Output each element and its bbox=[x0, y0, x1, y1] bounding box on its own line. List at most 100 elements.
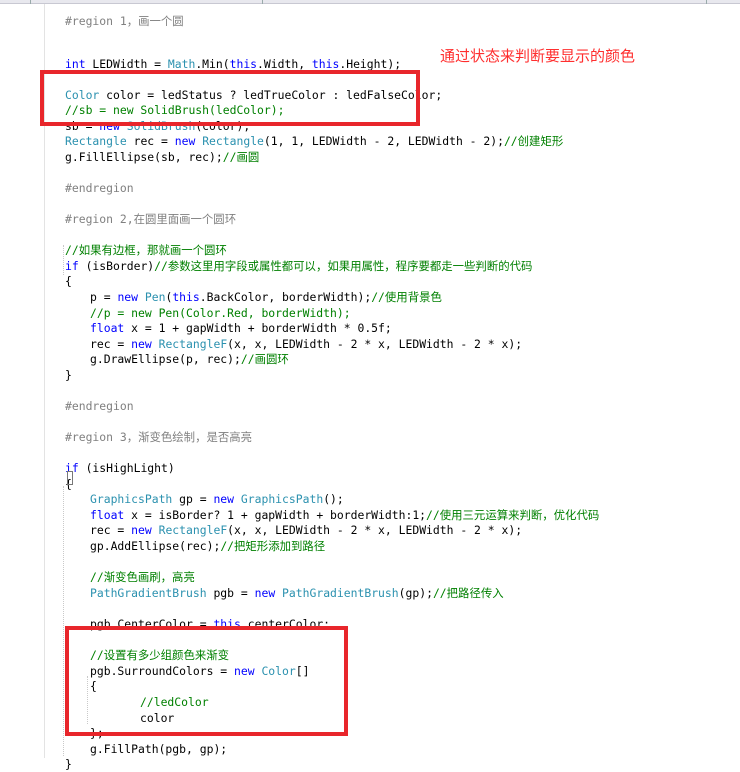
code-token: #region 1，画一个圆 bbox=[65, 14, 184, 28]
code-line[interactable]: #region 1，画一个圆 bbox=[65, 14, 184, 29]
code-line[interactable]: float x = isBorder? 1 + gapWidth + borde… bbox=[90, 508, 599, 523]
code-line[interactable]: //p = new Pen(Color.Red, borderWidth); bbox=[90, 306, 351, 321]
code-line[interactable]: rec = new RectangleF(x, x, LEDWidth - 2 … bbox=[90, 523, 522, 538]
code-token: Rectangle bbox=[202, 134, 264, 148]
code-token: .BackColor, borderWidth); bbox=[199, 290, 372, 304]
top-ruler bbox=[0, 0, 740, 4]
code-token: .Height); bbox=[339, 57, 402, 71]
code-token: } bbox=[65, 368, 72, 382]
code-token: //画圆环 bbox=[240, 352, 289, 366]
code-token: rec = bbox=[90, 523, 132, 537]
code-token: gp.AddEllipse(rec); bbox=[90, 539, 221, 553]
code-token: g.FillEllipse(sb, rec); bbox=[65, 150, 223, 164]
code-token: this bbox=[311, 57, 340, 71]
code-line[interactable]: #region 3，渐变色绘制，是否高亮 bbox=[65, 430, 252, 445]
code-token: (isBorder) bbox=[78, 259, 155, 273]
code-token: RectangleF bbox=[158, 337, 228, 351]
code-token: new bbox=[174, 134, 196, 148]
code-token: RectangleF bbox=[158, 523, 228, 537]
code-line[interactable]: { bbox=[65, 274, 72, 289]
code-line[interactable]: g.FillEllipse(sb, rec);//画圆 bbox=[65, 150, 259, 165]
code-token: //创建矩形 bbox=[503, 134, 564, 148]
code-token: int bbox=[65, 57, 86, 71]
code-token: new bbox=[131, 337, 152, 351]
code-line[interactable]: rec = new RectangleF(x, x, LEDWidth - 2 … bbox=[90, 337, 522, 352]
code-token: (isHighLight) bbox=[78, 461, 175, 475]
code-token: Rectangle bbox=[65, 134, 127, 148]
code-token: x = isBorder? 1 + gapWidth + borderWidth… bbox=[124, 508, 427, 522]
code-token: LEDWidth = bbox=[85, 57, 168, 71]
code-line[interactable]: float x = 1 + gapWidth + borderWidth * 0… bbox=[90, 321, 392, 336]
code-token: (x, x, LEDWidth - 2 * x, LEDWidth - 2 * … bbox=[227, 523, 523, 537]
code-token: #endregion bbox=[65, 399, 134, 413]
code-token: .Min( bbox=[195, 57, 230, 71]
code-line[interactable]: if (isHighLight) bbox=[65, 461, 175, 476]
code-line[interactable]: #region 2,在圆里面画一个圆环 bbox=[65, 212, 236, 227]
code-line[interactable]: #endregion bbox=[65, 181, 134, 196]
code-token: g.FillPath(pgb, gp); bbox=[90, 742, 228, 756]
code-line[interactable]: p = new Pen(this.BackColor, borderWidth)… bbox=[90, 290, 442, 305]
code-token: //把矩形添加到路径 bbox=[220, 539, 326, 553]
code-token: (1, 1, LEDWidth - 2, LEDWidth - 2); bbox=[263, 134, 504, 148]
code-token: PathGradientBrush bbox=[282, 586, 399, 600]
code-token: //把路径传入 bbox=[432, 586, 504, 600]
code-token: if bbox=[65, 259, 79, 273]
code-line[interactable]: g.DrawEllipse(p, rec);//画圆环 bbox=[90, 352, 289, 367]
code-token: gp = bbox=[172, 492, 214, 506]
code-token: rec = bbox=[90, 337, 132, 351]
code-token: { bbox=[65, 274, 72, 288]
code-token: //使用三元运算来判断，优化代码 bbox=[426, 508, 600, 522]
code-token: x = 1 + gapWidth + borderWidth * 0.5f; bbox=[124, 321, 392, 335]
code-line[interactable]: } bbox=[65, 757, 72, 772]
code-line[interactable]: if (isBorder)//参数这里用字段或属性都可以，如果用属性，程序要都走… bbox=[65, 259, 532, 274]
code-token: GraphicsPath bbox=[240, 492, 324, 506]
code-token: Pen bbox=[144, 290, 166, 304]
highlight-box-surround-colors bbox=[65, 626, 348, 736]
code-token: new bbox=[131, 523, 152, 537]
code-token: .Width, bbox=[257, 57, 312, 71]
code-line[interactable]: Rectangle rec = new Rectangle(1, 1, LEDW… bbox=[65, 134, 563, 149]
code-token: rec = bbox=[126, 134, 175, 148]
code-line[interactable]: g.FillPath(pgb, gp); bbox=[90, 742, 227, 757]
code-token: this bbox=[172, 290, 200, 304]
code-token: //画圆 bbox=[222, 150, 260, 164]
code-token: //使用背景色 bbox=[371, 290, 442, 304]
code-token: //p = new Pen(Color.Red, borderWidth); bbox=[90, 306, 351, 320]
code-token: float bbox=[90, 508, 125, 522]
code-token: Math bbox=[167, 57, 196, 71]
code-line[interactable]: #endregion bbox=[65, 399, 134, 414]
code-token: #endregion bbox=[65, 181, 134, 195]
code-token: g.DrawEllipse(p, rec); bbox=[90, 352, 241, 366]
code-token: this bbox=[229, 57, 258, 71]
brace-match-highlight bbox=[67, 471, 73, 485]
code-token: //参数这里用字段或属性都可以，如果用属性，程序要都走一些判断的代码 bbox=[154, 259, 533, 273]
editor-gutter[interactable] bbox=[0, 4, 44, 758]
code-line[interactable]: } bbox=[65, 368, 72, 383]
code-line[interactable]: gp.AddEllipse(rec);//把矩形添加到路径 bbox=[90, 539, 325, 554]
ruler-tick bbox=[262, 0, 263, 4]
code-token: p = bbox=[90, 290, 118, 304]
code-line[interactable]: PathGradientBrush pgb = new PathGradient… bbox=[90, 586, 504, 601]
code-token: PathGradientBrush bbox=[90, 586, 207, 600]
code-token: GraphicsPath bbox=[90, 492, 173, 506]
ruler-tick bbox=[706, 0, 707, 4]
code-token: (); bbox=[323, 492, 344, 506]
code-token: //渐变色画刷，高亮 bbox=[90, 570, 195, 584]
highlight-box-color-status bbox=[40, 70, 420, 126]
code-line[interactable]: GraphicsPath gp = new GraphicsPath(); bbox=[90, 492, 344, 507]
code-line[interactable]: //如果有边框，那就画一个圆环 bbox=[65, 243, 227, 258]
code-token: pgb = bbox=[206, 586, 255, 600]
annotation-text: 通过状态来判断要显示的颜色 bbox=[440, 47, 636, 65]
code-token: //如果有边框，那就画一个圆环 bbox=[65, 243, 227, 257]
code-token: new bbox=[254, 586, 276, 600]
code-token: } bbox=[65, 757, 72, 771]
code-token: new bbox=[213, 492, 235, 506]
code-token: float bbox=[90, 321, 125, 335]
code-token: #region 2,在圆里面画一个圆环 bbox=[65, 212, 237, 226]
code-token: (x, x, LEDWidth - 2 * x, LEDWidth - 2 * … bbox=[227, 337, 523, 351]
code-line[interactable]: //渐变色画刷，高亮 bbox=[90, 570, 195, 585]
code-token: #region 3，渐变色绘制，是否高亮 bbox=[65, 430, 253, 444]
